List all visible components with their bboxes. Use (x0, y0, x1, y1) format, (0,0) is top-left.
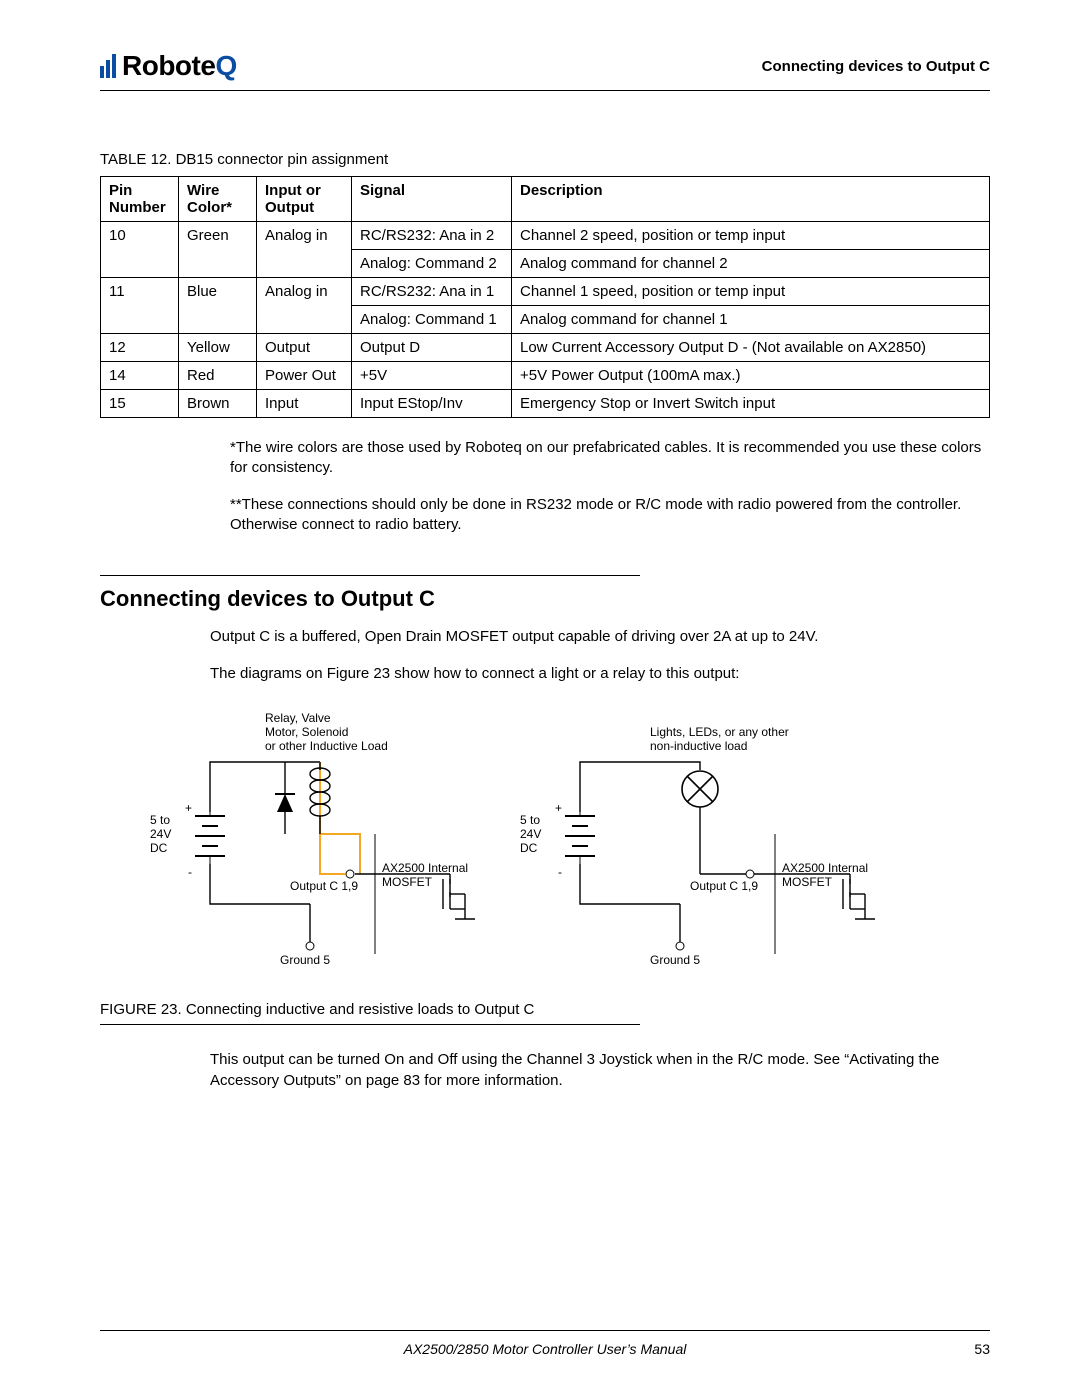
right-load-label-2: non-inductive load (650, 739, 747, 753)
cell: 11 (101, 278, 179, 334)
th-signal: Signal (352, 177, 512, 222)
cell: Brown (179, 390, 257, 418)
cell: 12 (101, 334, 179, 362)
section-title: Connecting devices to Output C (100, 586, 990, 612)
cell: Analog in (257, 278, 352, 334)
mosfet-icon (443, 874, 475, 919)
right-v-1: 5 to (520, 813, 540, 827)
left-gnd: Ground 5 (280, 953, 330, 967)
right-plus: + (555, 801, 562, 815)
th-io: Input or Output (257, 177, 352, 222)
left-load-label-1: Relay, Valve (265, 711, 331, 725)
cell: Low Current Accessory Output D - (Not av… (512, 334, 990, 362)
footnote-1: *The wire colors are those used by Robot… (230, 438, 990, 479)
cell: Blue (179, 278, 257, 334)
table-footnotes: *The wire colors are those used by Robot… (230, 438, 990, 535)
figure-23: Relay, Valve Motor, Solenoid or other In… (150, 704, 990, 989)
cell: Input (257, 390, 352, 418)
left-minus: - (188, 865, 192, 879)
cell: RC/RS232: Ana in 2 (352, 222, 512, 250)
cell: Input EStop/Inv (352, 390, 512, 418)
left-plus: + (185, 801, 192, 815)
figure-rule (100, 1024, 640, 1025)
cell: Output D (352, 334, 512, 362)
footer-title: AX2500/2850 Motor Controller User’s Manu… (404, 1341, 687, 1357)
right-mosfet-2: MOSFET (782, 875, 833, 889)
running-header-title: Connecting devices to Output C (762, 58, 990, 75)
page-header: RoboteQ Connecting devices to Output C (100, 50, 990, 91)
section-p2: The diagrams on Figure 23 show how to co… (210, 663, 990, 684)
circuit-diagram-icon: Relay, Valve Motor, Solenoid or other In… (150, 704, 970, 984)
right-outc: Output C 1,9 (690, 879, 758, 893)
right-v-3: DC (520, 841, 538, 855)
cell: Green (179, 222, 257, 278)
cell: Analog in (257, 222, 352, 278)
right-load-label-1: Lights, LEDs, or any other (650, 725, 789, 739)
cell: Output (257, 334, 352, 362)
cell: 15 (101, 390, 179, 418)
left-v-2: 24V (150, 827, 171, 841)
left-mosfet-1: AX2500 Internal (382, 861, 468, 875)
brand-name: RoboteQ (122, 50, 237, 82)
logo-bars-icon (100, 54, 118, 78)
th-desc: Description (512, 177, 990, 222)
diode-icon (275, 762, 295, 834)
cell: Analog command for channel 1 (512, 306, 990, 334)
section-body-after: This output can be turned On and Off usi… (210, 1049, 990, 1091)
th-pin: Pin Number (101, 177, 179, 222)
right-gnd: Ground 5 (650, 953, 700, 967)
cell: Channel 1 speed, position or temp input (512, 278, 990, 306)
left-outc: Output C 1,9 (290, 879, 358, 893)
table-row: 10 Green Analog in RC/RS232: Ana in 2 Ch… (101, 222, 990, 250)
right-minus: - (558, 865, 562, 879)
footer-page: 53 (974, 1341, 990, 1357)
pin-assignment-table: Pin Number Wire Color* Input or Output S… (100, 176, 990, 418)
cell: Yellow (179, 334, 257, 362)
section-body: Output C is a buffered, Open Drain MOSFE… (210, 626, 990, 684)
cell: Power Out (257, 362, 352, 390)
table-row: 14 Red Power Out +5V +5V Power Output (1… (101, 362, 990, 390)
cell: +5V (352, 362, 512, 390)
section-p1: Output C is a buffered, Open Drain MOSFE… (210, 626, 990, 647)
cell: +5V Power Output (100mA max.) (512, 362, 990, 390)
section-rule (100, 575, 640, 576)
table-caption: TABLE 12. DB15 connector pin assignment (100, 151, 990, 168)
mosfet-icon (843, 874, 875, 919)
left-load-label-3: or other Inductive Load (265, 739, 388, 753)
cell: RC/RS232: Ana in 1 (352, 278, 512, 306)
brand-logo: RoboteQ (100, 50, 237, 82)
th-wire: Wire Color* (179, 177, 257, 222)
cell: 14 (101, 362, 179, 390)
left-v-1: 5 to (150, 813, 170, 827)
cell: Analog command for channel 2 (512, 250, 990, 278)
left-mosfet-2: MOSFET (382, 875, 433, 889)
left-v-3: DC (150, 841, 168, 855)
cell: Red (179, 362, 257, 390)
figure-caption: FIGURE 23. Connecting inductive and resi… (100, 1001, 990, 1018)
right-v-2: 24V (520, 827, 541, 841)
section-p3: This output can be turned On and Off usi… (210, 1049, 990, 1091)
table-row: 12 Yellow Output Output D Low Current Ac… (101, 334, 990, 362)
left-load-label-2: Motor, Solenoid (265, 725, 348, 739)
table-row: 11 Blue Analog in RC/RS232: Ana in 1 Cha… (101, 278, 990, 306)
cell: 10 (101, 222, 179, 278)
cell: Channel 2 speed, position or temp input (512, 222, 990, 250)
lamp-icon (682, 771, 718, 807)
cell: Emergency Stop or Invert Switch input (512, 390, 990, 418)
cell: Analog: Command 2 (352, 250, 512, 278)
cell: Analog: Command 1 (352, 306, 512, 334)
footnote-2: **These connections should only be done … (230, 495, 990, 536)
right-mosfet-1: AX2500 Internal (782, 861, 868, 875)
table-row: 15 Brown Input Input EStop/Inv Emergency… (101, 390, 990, 418)
page-footer: AX2500/2850 Motor Controller User’s Manu… (100, 1330, 990, 1357)
